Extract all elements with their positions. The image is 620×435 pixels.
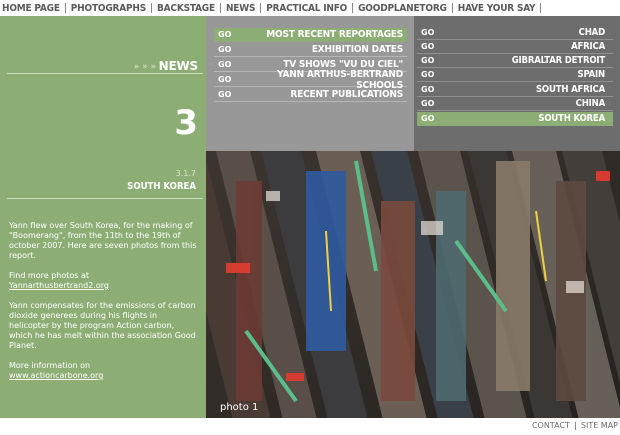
section-menu: GO MOST RECENT REPORTAGES GO EXHIBITION …: [206, 16, 414, 151]
menu-item-label: RECENT PUBLICATIONS: [290, 89, 403, 100]
news-panel: » » » NEWS 3: [0, 16, 206, 154]
nav-divider: [219, 3, 221, 13]
article-paragraph: Yann flew over South Korea, for the maki…: [9, 221, 197, 260]
nav-photographs[interactable]: PHOTOGRAPHS: [71, 3, 146, 14]
menu-item-label: MOST RECENT REPORTAGES: [266, 29, 403, 40]
country-label: CHINA: [575, 98, 606, 109]
go-label: GO: [218, 90, 232, 99]
go-label: GO: [421, 99, 435, 108]
nav-divider: [151, 3, 153, 13]
nav-news[interactable]: NEWS: [226, 3, 255, 14]
nav-divider: [451, 3, 453, 13]
country-item-china[interactable]: GO CHINA: [417, 97, 613, 111]
actioncarbone-link[interactable]: www.actioncarbone.org: [9, 371, 103, 380]
country-label: SOUTH AFRICA: [535, 84, 605, 95]
shipyard-photo: photo 1: [206, 151, 620, 418]
menu-item-exhibition-dates[interactable]: GO EXHIBITION DATES: [214, 43, 407, 57]
country-item-south-africa[interactable]: GO SOUTH AFRICA: [417, 83, 613, 97]
go-label: GO: [218, 30, 232, 39]
news-number: 3: [174, 103, 198, 143]
nav-divider: [540, 3, 542, 13]
country-label: AFRICA: [571, 41, 605, 52]
contact-link[interactable]: CONTACT: [532, 421, 570, 430]
article-paragraph: Yann compensates for the emissions of ca…: [9, 301, 196, 350]
go-label: GO: [421, 114, 435, 123]
article-panel: 3.1.7 SOUTH KOREA Yann flew over South K…: [0, 151, 206, 418]
go-label: GO: [421, 28, 435, 37]
go-label: GO: [218, 45, 232, 54]
go-label: GO: [218, 75, 232, 84]
menu-item-label: EXHIBITION DATES: [311, 44, 403, 55]
photo-caption: photo 1: [220, 402, 259, 413]
menu-item-recent-publications[interactable]: GO RECENT PUBLICATIONS: [214, 88, 407, 102]
country-item-gibraltar-detroit[interactable]: GO GIBRALTAR DETROIT: [417, 54, 613, 68]
news-title[interactable]: NEWS: [159, 59, 199, 73]
news-arrows-icon: » » »: [133, 62, 156, 72]
divider: [7, 198, 203, 199]
nav-goodplanetorg[interactable]: GOODPLANETORG: [358, 3, 447, 14]
site-map-link[interactable]: SITE MAP: [581, 421, 618, 430]
nav-divider: [352, 3, 354, 13]
go-label: GO: [421, 42, 435, 51]
country-list: GO CHAD GO AFRICA GO GIBRALTAR DETROIT G…: [414, 16, 620, 151]
footer-divider: [574, 421, 576, 430]
menu-item-most-recent-reportages[interactable]: GO MOST RECENT REPORTAGES: [214, 28, 407, 42]
article-number: 3.1.7: [175, 169, 196, 178]
yannarthusbertrand-link[interactable]: Yannarthusbertrand2.org: [9, 281, 109, 290]
nav-divider: [260, 3, 262, 13]
article-body: Yann flew over South Korea, for the maki…: [9, 221, 199, 391]
country-item-africa[interactable]: GO AFRICA: [417, 40, 613, 54]
divider: [7, 73, 203, 74]
article-paragraph: Find more photos at Yannarthusbertrand2.…: [9, 271, 199, 291]
go-label: GO: [421, 70, 435, 79]
nav-backstage[interactable]: BACKSTAGE: [157, 3, 215, 14]
menu-item-schools[interactable]: GO YANN ARTHUS-BERTRAND SCHOOLS: [214, 69, 407, 91]
nav-have-your-say[interactable]: HAVE YOUR SAY: [458, 3, 536, 14]
article-title: SOUTH KOREA: [127, 181, 196, 192]
country-label: CHAD: [578, 27, 606, 38]
go-label: GO: [218, 60, 232, 69]
country-item-south-korea[interactable]: GO SOUTH KOREA: [417, 112, 613, 126]
go-label: GO: [421, 85, 435, 94]
footer: CONTACT SITE MAP: [532, 421, 618, 430]
country-label: GIBRALTAR DETROIT: [511, 55, 605, 66]
country-item-spain[interactable]: GO SPAIN: [417, 68, 613, 82]
article-text: Find more photos at: [9, 271, 90, 280]
nav-home-page[interactable]: HOME PAGE: [2, 3, 60, 14]
nav-practical-info[interactable]: PRACTICAL INFO: [266, 3, 347, 14]
go-label: GO: [421, 56, 435, 65]
top-nav: HOME PAGE PHOTOGRAPHS BACKSTAGE NEWS PRA…: [0, 0, 620, 16]
article-paragraph: More information on www.actioncarbone.or…: [9, 361, 199, 381]
country-label: SOUTH KOREA: [538, 113, 605, 124]
country-label: SPAIN: [577, 69, 606, 80]
aerial-shipyard-image: [206, 151, 620, 418]
nav-divider: [64, 3, 66, 13]
country-item-chad[interactable]: GO CHAD: [417, 26, 613, 40]
article-text: More information on: [9, 361, 91, 370]
